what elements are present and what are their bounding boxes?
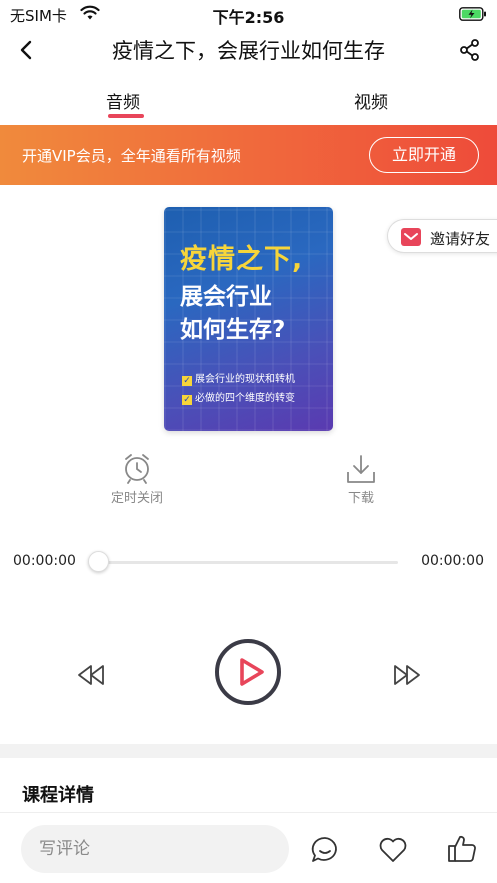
chevron-left-icon <box>20 40 32 60</box>
rewind-button[interactable] <box>76 660 106 690</box>
course-details-heading: 课程详情 <box>22 785 94 806</box>
heart-icon <box>379 837 407 862</box>
course-cover-image: 疫情之下, 展会行业 如何生存? ✓ 展会行业的现状和转机 ✓ 必做的四个维度的转变 <box>164 207 333 431</box>
cover-title-line-3: 如何生存? <box>180 317 286 343</box>
alarm-clock-icon <box>122 452 152 488</box>
cover-title-line-1: 疫情之下, <box>180 244 304 275</box>
tab-video[interactable]: 视频 <box>354 88 388 113</box>
thumbs-up-button[interactable] <box>446 833 478 865</box>
open-vip-button[interactable]: 立即开通 <box>369 137 479 173</box>
media-tabs: 音频 视频 <box>0 80 497 124</box>
checkbox-icon: ✓ <box>182 376 192 386</box>
active-tab-indicator <box>108 114 144 118</box>
share-button[interactable] <box>457 36 483 64</box>
share-icon <box>460 39 479 61</box>
cover-bullet-text: 展会行业的现状和转机 <box>195 374 295 385</box>
status-time: 下午2:56 <box>212 8 285 27</box>
nav-bar: 疫情之下，会展行业如何生存 <box>0 28 497 72</box>
comment-icon <box>311 837 337 862</box>
sleep-timer-button[interactable]: 定时关闭 <box>106 452 168 508</box>
comment-input[interactable] <box>21 825 289 873</box>
cover-title-line-2: 展会行业 <box>180 284 272 310</box>
status-bar: 无SIM卡 下午2:56 <box>0 0 497 28</box>
bottom-action-bar <box>0 812 497 883</box>
fast-forward-icon <box>394 665 420 685</box>
invite-label: 邀请好友 <box>430 230 491 248</box>
back-button[interactable] <box>14 36 40 64</box>
cover-bullet: ✓ 展会行业的现状和转机 <box>182 370 295 386</box>
section-divider <box>0 744 497 758</box>
page-title: 疫情之下，会展行业如何生存 <box>112 39 385 63</box>
download-label: 下载 <box>347 491 374 506</box>
comment-button[interactable] <box>309 834 341 866</box>
rewind-icon <box>78 665 104 685</box>
fast-forward-button[interactable] <box>392 660 422 690</box>
download-icon <box>346 454 376 488</box>
progress-track[interactable] <box>98 561 398 564</box>
cover-bullet: ✓ 必做的四个维度的转变 <box>182 389 295 405</box>
total-time: 00:00:00 <box>421 553 484 569</box>
play-button[interactable] <box>215 639 281 705</box>
tab-audio[interactable]: 音频 <box>106 88 140 113</box>
checkbox-icon: ✓ <box>182 395 192 405</box>
invite-friends-button[interactable]: 邀请好友 <box>387 219 497 253</box>
battery-charging-icon <box>459 6 487 25</box>
progress-slider-thumb[interactable] <box>88 551 109 572</box>
thumbs-up-icon <box>448 835 476 862</box>
vip-banner[interactable]: 开通VIP会员，全年通看所有视频 立即开通 <box>0 125 497 185</box>
play-icon <box>237 657 265 691</box>
vip-promo-text: 开通VIP会员，全年通看所有视频 <box>22 147 241 165</box>
gift-envelope-icon <box>400 227 422 251</box>
favorite-button[interactable] <box>377 834 409 866</box>
sleep-timer-label: 定时关闭 <box>110 491 163 506</box>
cover-bullet-text: 必做的四个维度的转变 <box>195 393 295 404</box>
download-button[interactable]: 下载 <box>331 452 391 508</box>
current-time: 00:00:00 <box>13 553 76 569</box>
